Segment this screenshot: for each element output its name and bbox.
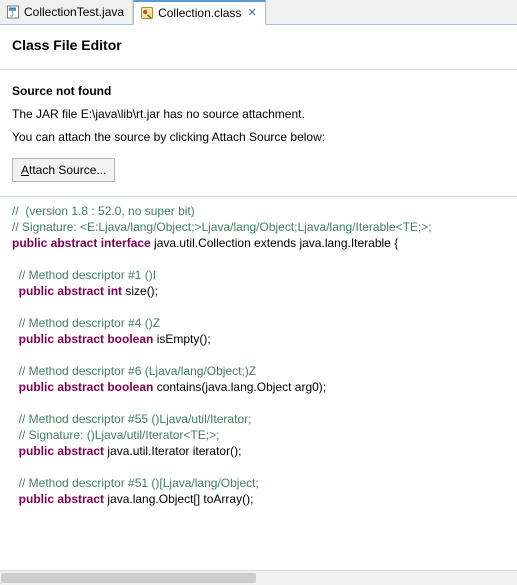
section-title: Source not found — [12, 84, 112, 98]
code-line-keyword: public abstract — [12, 492, 105, 506]
code-line-keyword: public abstract boolean — [12, 380, 154, 394]
code-line: // Signature: <E:Ljava/lang/Object;>Ljav… — [12, 220, 432, 234]
tab-label: CollectionTest.java — [24, 5, 125, 19]
code-line: // Method descriptor #55 ()Ljava/util/It… — [12, 412, 252, 426]
page-title: Class File Editor — [12, 37, 122, 53]
code-line-keyword: public abstract — [12, 444, 105, 458]
code-line: // Method descriptor #1 ()I — [12, 268, 157, 282]
tab-collection-class[interactable]: Collection.class ✕ — [133, 0, 266, 25]
attach-source-mnemonic: A — [21, 163, 30, 177]
code-line: // Signature: ()Ljava/util/Iterator<TE;>… — [12, 428, 220, 442]
jar-info-text: The JAR file E:\java\lib\rt.jar has no s… — [12, 107, 305, 121]
tab-collectiontest-java[interactable]: J CollectionTest.java — [0, 0, 134, 24]
horizontal-scrollbar-thumb[interactable] — [1, 573, 256, 583]
svg-text:J: J — [10, 11, 14, 18]
code-line: // Method descriptor #4 ()Z — [12, 316, 161, 330]
horizontal-scrollbar[interactable] — [0, 570, 517, 585]
editor-tab-bar: J CollectionTest.java Collection.class ✕ — [0, 0, 517, 25]
class-file-icon — [140, 6, 154, 20]
code-line-rest: isEmpty(); — [153, 332, 211, 346]
code-line-rest: java.util.Collection extends java.lang.I… — [150, 236, 399, 250]
code-line-rest: size(); — [122, 284, 159, 298]
divider-top — [0, 69, 517, 70]
java-file-icon: J — [6, 5, 20, 19]
attach-source-button-wrapper: Attach Source... — [12, 158, 517, 182]
editor-content: Class File Editor Source not found The J… — [0, 25, 517, 571]
code-line-keyword: public abstract boolean — [12, 332, 154, 346]
attach-source-label: ttach Source... — [29, 163, 107, 177]
code-line: // (version 1.8 : 52.0, no super bit) — [12, 204, 195, 218]
bytecode-listing[interactable]: // (version 1.8 : 52.0, no super bit) //… — [0, 197, 517, 507]
attach-source-button[interactable]: Attach Source... — [12, 158, 116, 182]
code-line-rest: java.util.Iterator iterator(); — [104, 444, 242, 458]
code-line-rest: java.lang.Object[] toArray(); — [104, 492, 254, 506]
attach-hint-text: You can attach the source by clicking At… — [12, 130, 326, 144]
code-line-keyword: public abstract int — [12, 284, 123, 298]
class-file-editor-window: J CollectionTest.java Collection.class ✕… — [0, 0, 517, 585]
tab-label: Collection.class — [158, 6, 242, 20]
code-line-rest: contains(java.lang.Object arg0); — [153, 380, 327, 394]
code-line-keyword: public abstract interface — [12, 236, 151, 250]
code-line: // Method descriptor #51 ()[Ljava/lang/O… — [12, 476, 259, 490]
close-icon[interactable]: ✕ — [247, 8, 256, 19]
code-line: // Method descriptor #6 (Ljava/lang/Obje… — [12, 364, 257, 378]
